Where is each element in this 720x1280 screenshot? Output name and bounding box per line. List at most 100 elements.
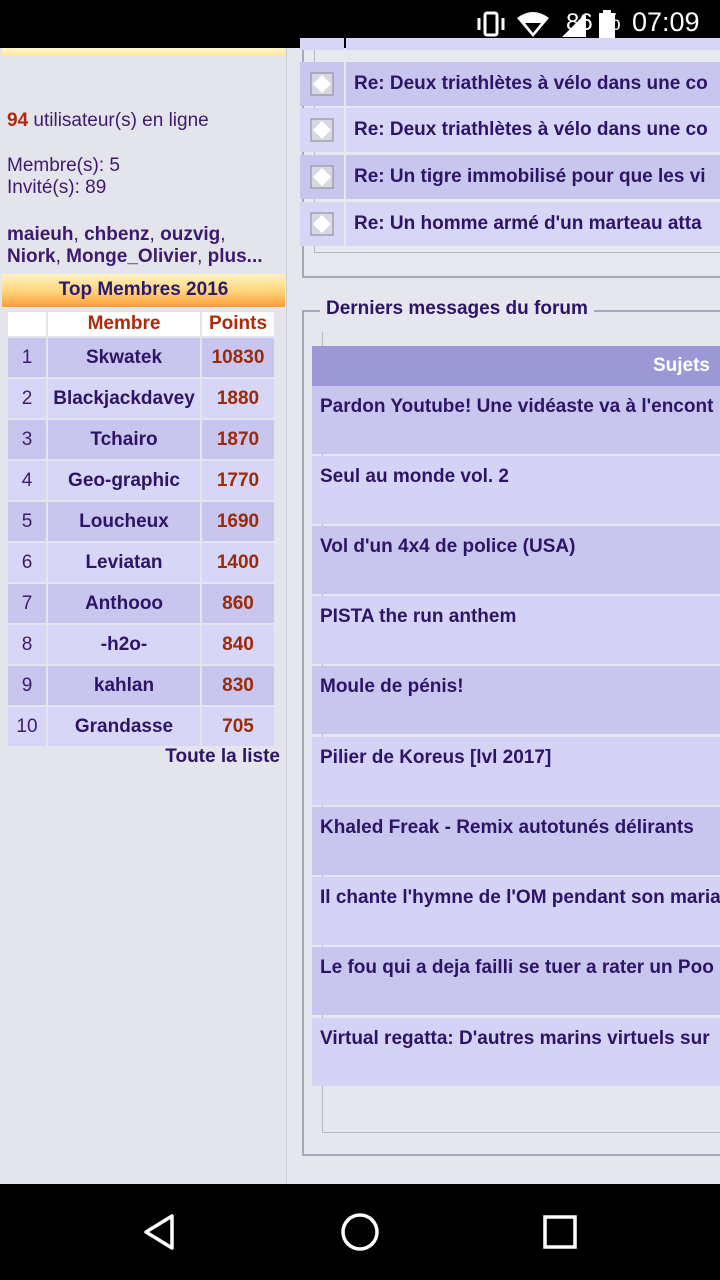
online-suffix: utilisateur(s) en ligne: [33, 110, 209, 131]
topic-link[interactable]: Le fou qui a deja failli se tuer a rater…: [312, 947, 720, 1015]
list-item[interactable]: Re: Deux triathlètes à vélo dans une co: [300, 62, 720, 106]
list-item[interactable]: Re: Un tigre immobilisé pour que les vi: [300, 155, 720, 199]
rank-cell: 5: [8, 502, 46, 541]
points-cell: 1880: [202, 379, 274, 418]
topic-link[interactable]: Moule de pénis!: [312, 666, 720, 734]
table-row: 10 Grandasse 705: [8, 707, 274, 746]
comment-link[interactable]: Re: Deux triathlètes à vélo dans une co: [346, 62, 720, 106]
topic-link[interactable]: PISTA the run anthem: [312, 596, 720, 664]
sidebar: 94 utilisateur(s) en ligne Membre(s): 5 …: [0, 48, 287, 1184]
top-members-table: Membre Points 1 Skwatek 10830 2 Blackjac…: [6, 310, 276, 748]
battery-percent: 86 %: [566, 9, 621, 36]
member-name-link[interactable]: Loucheux: [48, 502, 200, 541]
more-users-link[interactable]: plus...: [208, 246, 263, 267]
rank-cell: 3: [8, 420, 46, 459]
member-name-link[interactable]: Grandasse: [48, 707, 200, 746]
topic-link[interactable]: Seul au monde vol. 2: [312, 456, 720, 524]
rank-cell: 1: [8, 338, 46, 377]
table-row: 8 -h2o- 840: [8, 625, 274, 664]
points-cell: 10830: [202, 338, 274, 377]
column-header-points: Points: [202, 312, 274, 336]
points-cell: 705: [202, 707, 274, 746]
comment-link[interactable]: Re: Un homme armé d'un marteau atta: [346, 202, 720, 246]
member-name-link[interactable]: Tchairo: [48, 420, 200, 459]
online-count: 94: [7, 110, 29, 131]
online-count-line: 94 utilisateur(s) en ligne: [7, 110, 209, 132]
back-icon: [144, 1214, 174, 1250]
comment-link[interactable]: Re: Un tigre immobilisé pour que les vi: [346, 155, 720, 199]
points-cell: 1770: [202, 461, 274, 500]
member-name-link[interactable]: kahlan: [48, 666, 200, 705]
table-row: 7 Anthooo 860: [8, 584, 274, 623]
table-row: 5 Loucheux 1690: [8, 502, 274, 541]
top-members-title: Top Membres 2016: [2, 274, 285, 307]
table-row: 2 Blackjackdavey 1880: [8, 379, 274, 418]
points-cell: 860: [202, 584, 274, 623]
table-header-row: Membre Points: [8, 312, 274, 336]
table-row: 3 Tchairo 1870: [8, 420, 274, 459]
rank-cell: 9: [8, 666, 46, 705]
comment-icon: [300, 108, 344, 152]
topic-link[interactable]: Il chante l'hymne de l'OM pendant son ma…: [312, 877, 720, 945]
points-cell: 840: [202, 625, 274, 664]
comment-icon: [300, 155, 344, 199]
recents-button[interactable]: [532, 1204, 588, 1260]
home-button[interactable]: [332, 1204, 388, 1260]
online-user-link[interactable]: Niork: [7, 246, 56, 267]
members-count: Membre(s): 5: [7, 155, 120, 176]
topic-link[interactable]: Pilier de Koreus [lvl 2017]: [312, 737, 720, 805]
sidebar-header-band: [2, 48, 285, 56]
topics-column-header: Sujets: [312, 346, 720, 386]
member-name-link[interactable]: Blackjackdavey: [48, 379, 200, 418]
list-item[interactable]: Re: Deux triathlètes à vélo dans une co: [300, 108, 720, 152]
online-user-link[interactable]: maieuh: [7, 224, 74, 245]
home-icon: [341, 1213, 379, 1251]
comment-link[interactable]: Re: Deux triathlètes à vélo dans une co: [346, 108, 720, 152]
list-item-partial: [300, 38, 720, 50]
recents-icon: [543, 1215, 577, 1249]
member-name-link[interactable]: Geo-graphic: [48, 461, 200, 500]
member-name-link[interactable]: Leviatan: [48, 543, 200, 582]
vibrate-icon: [477, 11, 505, 37]
column-header-member: Membre: [48, 312, 200, 336]
table-row: 9 kahlan 830: [8, 666, 274, 705]
topic-link[interactable]: Virtual regatta: D'autres marins virtuel…: [312, 1018, 720, 1086]
online-users-list: maieuh, chbenz, ouzvig, Niork, Monge_Oli…: [7, 224, 263, 267]
topic-link[interactable]: Khaled Freak - Remix autotunés délirants: [312, 807, 720, 875]
main-content: Re: Deux triathlètes à vélo dans une co …: [286, 38, 720, 1184]
navigation-bar: [0, 1184, 720, 1280]
table-row: 1 Skwatek 10830: [8, 338, 274, 377]
wifi-icon: [517, 12, 549, 37]
guests-count: Invité(s): 89: [7, 177, 107, 198]
rank-cell: 8: [8, 625, 46, 664]
list-item-text-partial: [346, 38, 720, 50]
back-button[interactable]: [132, 1204, 188, 1260]
points-cell: 1870: [202, 420, 274, 459]
online-user-link[interactable]: Monge_Olivier: [66, 246, 197, 267]
forum-messages-title: Derniers messages du forum: [320, 298, 594, 320]
topic-link[interactable]: Vol d'un 4x4 de police (USA): [312, 526, 720, 594]
member-name-link[interactable]: Skwatek: [48, 338, 200, 377]
rank-cell: 7: [8, 584, 46, 623]
list-item[interactable]: Re: Un homme armé d'un marteau atta: [300, 202, 720, 246]
member-name-link[interactable]: Anthooo: [48, 584, 200, 623]
points-cell: 1690: [202, 502, 274, 541]
points-cell: 830: [202, 666, 274, 705]
member-name-link[interactable]: -h2o-: [48, 625, 200, 664]
comment-icon: [300, 62, 344, 106]
online-user-link[interactable]: chbenz: [84, 224, 149, 245]
points-cell: 1400: [202, 543, 274, 582]
rank-cell: 6: [8, 543, 46, 582]
rank-cell: 10: [8, 707, 46, 746]
rank-cell: 2: [8, 379, 46, 418]
comment-icon: [300, 38, 344, 50]
table-row: 6 Leviatan 1400: [8, 543, 274, 582]
rank-cell: 4: [8, 461, 46, 500]
comment-icon: [300, 202, 344, 246]
table-row: 4 Geo-graphic 1770: [8, 461, 274, 500]
topic-link[interactable]: Pardon Youtube! Une vidéaste va à l'enco…: [312, 386, 720, 454]
online-user-link[interactable]: ouzvig: [160, 224, 220, 245]
column-header-rank: [8, 312, 46, 336]
clock: 07:09: [632, 7, 700, 37]
full-list-link[interactable]: Toute la liste: [165, 746, 280, 768]
